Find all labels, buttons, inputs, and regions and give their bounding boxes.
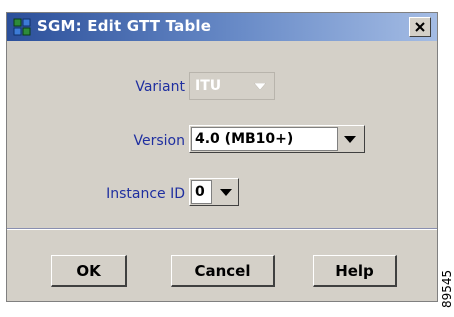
separator xyxy=(7,228,437,230)
variant-value: ITU xyxy=(195,78,222,94)
cancel-button[interactable]: Cancel xyxy=(171,255,275,287)
window-title: SGM: Edit GTT Table xyxy=(37,17,212,35)
chevron-down-icon xyxy=(220,189,232,196)
chevron-down-icon xyxy=(344,136,356,143)
variant-label: Variant xyxy=(135,79,185,95)
instance-id-label: Instance ID xyxy=(106,186,185,202)
ok-button[interactable]: OK xyxy=(51,255,127,287)
instance-id-value: 0 xyxy=(195,184,205,200)
app-icon xyxy=(13,18,31,36)
close-icon xyxy=(415,22,425,32)
chevron-down-icon xyxy=(254,83,266,90)
version-value: 4.0 (MB10+) xyxy=(195,131,294,147)
help-button[interactable]: Help xyxy=(313,255,397,287)
close-button[interactable] xyxy=(409,17,431,37)
version-label: Version xyxy=(133,133,185,149)
title-bar[interactable]: SGM: Edit GTT Table xyxy=(7,13,437,41)
instance-id-select[interactable]: 0 xyxy=(189,178,239,206)
version-select[interactable]: 4.0 (MB10+) xyxy=(189,125,365,153)
figure-id: 89545 xyxy=(440,269,454,308)
variant-select: ITU xyxy=(189,72,275,100)
edit-gtt-table-dialog: SGM: Edit GTT Table Variant ITU Version … xyxy=(6,12,438,302)
